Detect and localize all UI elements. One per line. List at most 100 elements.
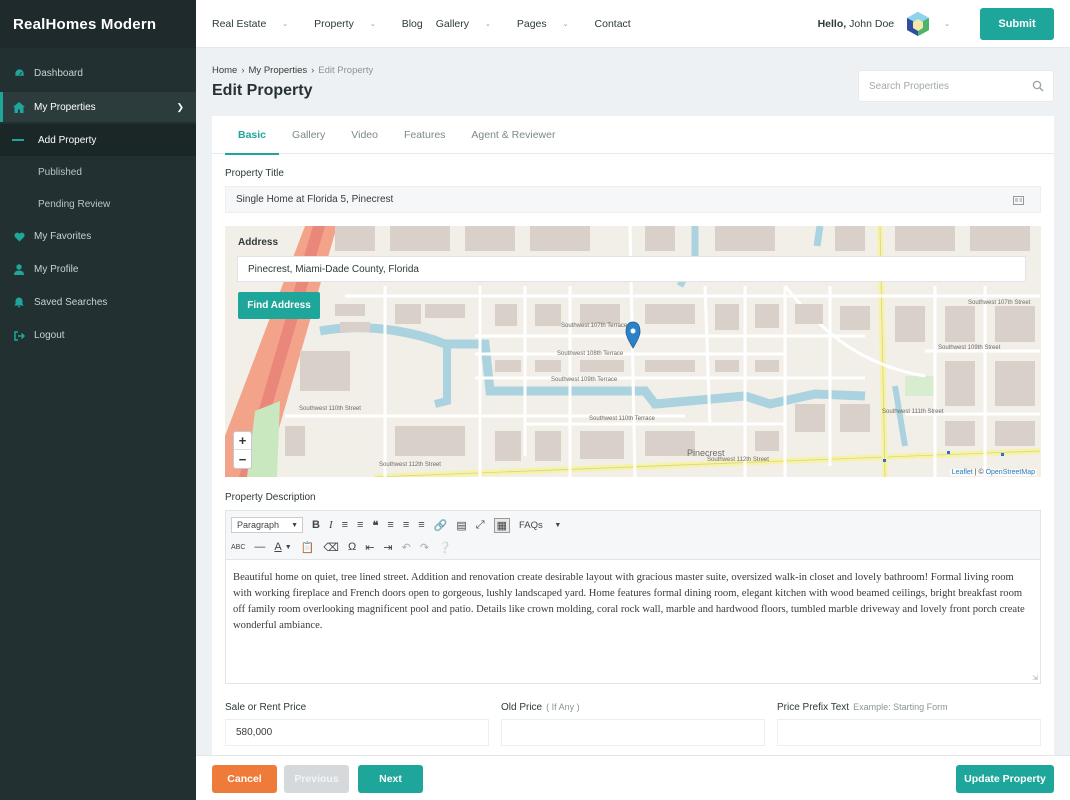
contact-card-icon <box>1013 196 1024 205</box>
leaflet-link[interactable]: Leaflet <box>952 469 973 476</box>
sidebar-subitem-add-property[interactable]: Add Property <box>0 124 196 156</box>
old-price-field[interactable] <box>501 719 765 746</box>
align-center-icon[interactable]: ≡ <box>403 519 409 531</box>
numbered-list-icon[interactable]: ≡ <box>357 519 363 531</box>
faqs-label: FAQs <box>518 519 543 531</box>
bold-icon[interactable]: B <box>312 519 320 531</box>
faqs-menu[interactable]: FAQs ▼ <box>519 520 561 531</box>
redo-icon[interactable]: ↷ <box>420 541 429 554</box>
toolbar-toggle-icon[interactable]: ▦ <box>493 517 510 533</box>
property-title-field[interactable]: Single Home at Florida 5, Pinecrest <box>225 186 1041 213</box>
user-menu[interactable]: Hello, John Doe ⌄ <box>818 11 950 37</box>
link-icon[interactable]: 🔗 <box>434 519 448 532</box>
address-map[interactable]: Southwest 107th Terrace Southwest 108th … <box>225 226 1041 477</box>
spellcheck-icon[interactable]: ABC <box>231 544 245 551</box>
nav-item-blog[interactable]: Blog <box>402 18 423 30</box>
breadcrumb-current: Edit Property <box>318 65 374 76</box>
nav-item-contact[interactable]: Contact <box>595 18 631 30</box>
indent-icon[interactable]: ⇥ <box>383 541 392 554</box>
text-color-icon[interactable]: A <box>274 541 281 553</box>
home-icon <box>13 101 25 113</box>
sidebar-item-label: Saved Searches <box>34 297 108 308</box>
nav-item-pages[interactable]: Pages ⌄ <box>517 18 582 30</box>
search-input[interactable]: Search Properties <box>858 70 1054 102</box>
fullscreen-icon[interactable]: ⤢ <box>476 519 485 532</box>
sidebar-item-label: My Properties <box>34 101 96 113</box>
special-character-icon[interactable]: Ω <box>348 541 356 553</box>
address-input[interactable]: Pinecrest, Miami-Dade County, Florida <box>237 256 1026 282</box>
align-right-icon[interactable]: ≡ <box>418 519 424 531</box>
sidebar-item-label: Logout <box>34 330 65 341</box>
sidebar-nav: Dashboard My Properties ❯ Add Property P… <box>0 48 196 352</box>
clear-formatting-icon[interactable]: ⌫ <box>323 541 339 554</box>
nav-label: Gallery <box>435 17 469 30</box>
price-prefix-field[interactable] <box>777 719 1041 746</box>
description-editor: Paragraph ▼ B I ≡ ≡ ❝ ≡ ≡ ≡ 🔗 ▤ ⤢ ▦ FAQs … <box>225 510 1041 684</box>
tab-basic[interactable]: Basic <box>225 116 280 155</box>
find-address-button[interactable]: Find Address <box>238 292 320 319</box>
sidebar-item-my-profile[interactable]: My Profile <box>0 253 196 286</box>
blockquote-icon[interactable]: ❝ <box>372 519 378 532</box>
street-label: Southwest 110th Terrace <box>589 416 655 422</box>
tab-features[interactable]: Features <box>391 116 458 154</box>
chevron-down-icon[interactable]: ⌄ <box>944 20 950 28</box>
place-label: Pinecrest <box>687 448 725 458</box>
horizontal-line-icon[interactable]: — <box>254 541 265 553</box>
sidebar-item-logout[interactable]: Logout <box>0 319 196 352</box>
editor-toolbar-row: ABC — A ▼ 📋 ⌫ Ω ⇤ ⇥ ↶ ↷ ❔ <box>231 537 1035 557</box>
old-price-hint: ( If Any ) <box>546 702 580 712</box>
sidebar-item-dashboard[interactable]: Dashboard <box>0 57 196 90</box>
nav-label: Pages <box>516 17 547 30</box>
breadcrumb-home[interactable]: Home <box>212 65 237 76</box>
bullet-list-icon[interactable]: ≡ <box>342 519 348 531</box>
sale-price-field[interactable]: 580,000 <box>225 719 489 746</box>
paste-text-icon[interactable]: 📋 <box>301 541 315 554</box>
street-label: Southwest 110th Street <box>299 406 361 412</box>
address-value: Pinecrest, Miami-Dade County, Florida <box>248 263 419 275</box>
property-description-label: Property Description <box>225 492 316 503</box>
property-title-value: Single Home at Florida 5, Pinecrest <box>236 194 394 205</box>
nav-item-property[interactable]: Property ⌄ <box>314 18 389 30</box>
sidebar-item-my-properties[interactable]: My Properties ❯ <box>0 92 196 122</box>
chevron-down-icon: ⌄ <box>369 20 376 28</box>
street-label: Southwest 112th Street <box>379 462 441 468</box>
italic-icon[interactable]: I <box>329 519 333 531</box>
previous-button[interactable]: Previous <box>284 765 349 793</box>
next-button[interactable]: Next <box>358 765 423 793</box>
search-placeholder: Search Properties <box>869 80 950 92</box>
update-property-button[interactable]: Update Property <box>956 765 1054 793</box>
nav-label: Property <box>314 17 354 30</box>
sidebar-subitem-published[interactable]: Published <box>0 156 196 188</box>
submit-button[interactable]: Submit <box>980 8 1054 40</box>
zoom-out-button[interactable]: − <box>234 450 251 468</box>
nav-item-gallery[interactable]: Gallery ⌄ <box>436 18 504 30</box>
outdent-icon[interactable]: ⇤ <box>365 541 374 554</box>
tab-gallery[interactable]: Gallery <box>279 116 338 154</box>
nav-item-real-estate[interactable]: Real Estate ⌄ <box>212 18 301 30</box>
undo-icon[interactable]: ↶ <box>402 541 411 554</box>
breadcrumb-my-properties[interactable]: My Properties <box>249 65 308 76</box>
sale-price-value: 580,000 <box>236 727 273 738</box>
chevron-down-icon: ⌄ <box>485 20 491 28</box>
paragraph-format-select[interactable]: Paragraph ▼ <box>231 517 303 533</box>
old-price-label: Old Price( If Any ) <box>501 702 765 713</box>
read-more-icon[interactable]: ▤ <box>456 519 466 532</box>
sidebar-item-my-favorites[interactable]: My Favorites <box>0 220 196 253</box>
openstreetmap-link[interactable]: OpenStreetMap <box>986 469 1035 476</box>
brand-logo[interactable]: RealHomes Modern <box>0 0 196 48</box>
avatar[interactable] <box>906 11 930 37</box>
help-icon[interactable]: ❔ <box>438 541 452 554</box>
cancel-button[interactable]: Cancel <box>212 765 277 793</box>
zoom-in-button[interactable]: + <box>234 432 251 450</box>
search-icon[interactable] <box>1032 80 1044 92</box>
sidebar-subitem-pending-review[interactable]: Pending Review <box>0 188 196 220</box>
main-content: Home › My Properties › Edit Property Edit Pr… <box>212 48 1054 756</box>
align-left-icon[interactable]: ≡ <box>387 519 393 531</box>
tab-video[interactable]: Video <box>338 116 391 154</box>
chevron-down-icon[interactable]: ❯ <box>176 102 184 113</box>
tab-agent-reviewer[interactable]: Agent & Reviewer <box>458 116 568 154</box>
caret-down-icon[interactable]: ▼ <box>285 544 292 551</box>
sidebar-item-saved-searches[interactable]: Saved Searches <box>0 286 196 319</box>
description-text[interactable]: Beautiful home on quiet, tree lined stre… <box>226 560 1040 644</box>
resize-handle-icon[interactable]: ⇲ <box>1032 674 1038 682</box>
